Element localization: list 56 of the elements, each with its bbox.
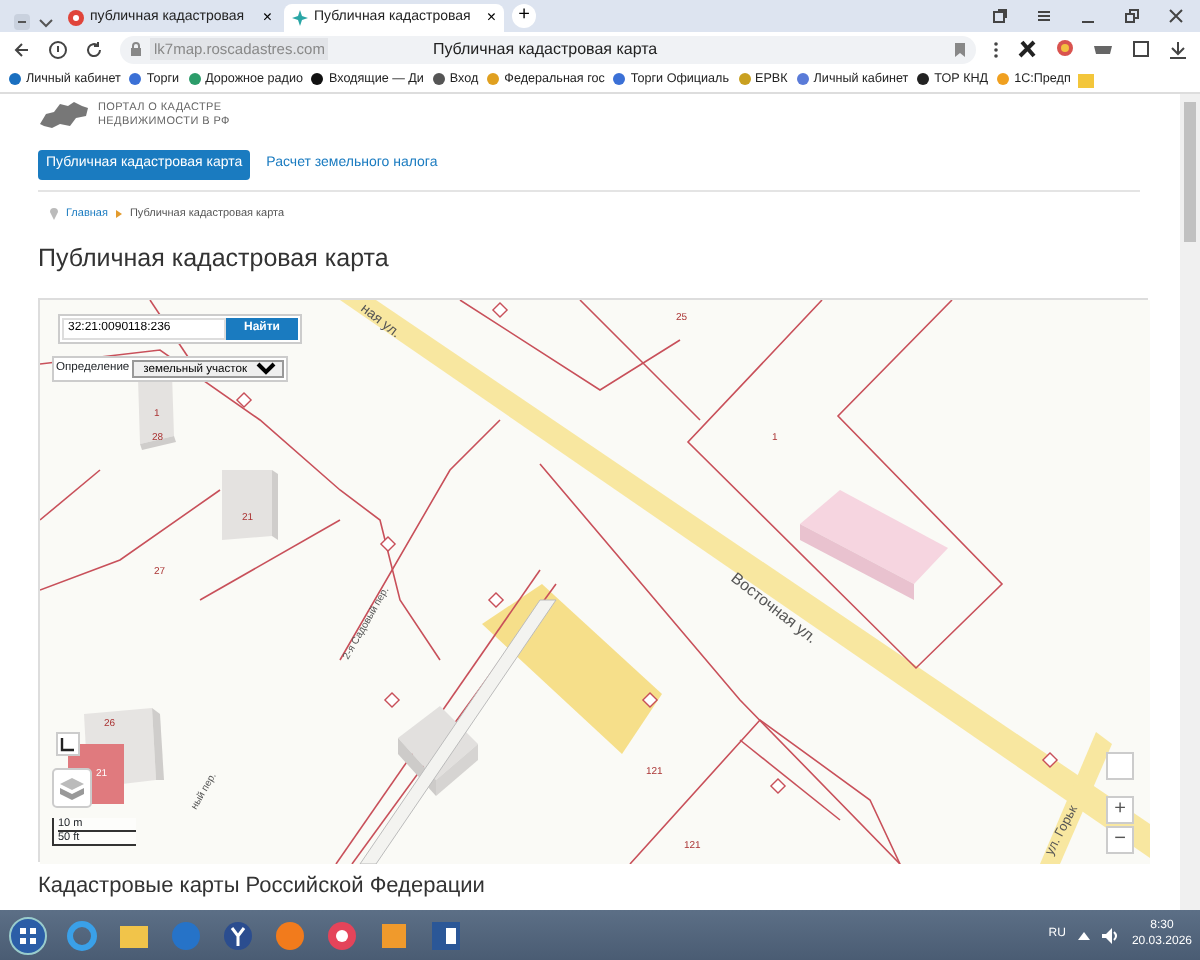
zoom-in-button[interactable]: + [1106, 795, 1134, 824]
site-icon [187, 72, 202, 86]
bookmark-icon[interactable] [954, 41, 966, 57]
russia-map-logo-icon [38, 100, 90, 132]
scrollbar-thumb[interactable] [1184, 102, 1196, 242]
more-icon[interactable] [992, 39, 1000, 59]
layers-button[interactable] [56, 731, 80, 756]
site-icon [916, 72, 931, 86]
boundary-marker [641, 691, 659, 708]
close-tab-button[interactable]: × [262, 10, 272, 26]
circle-logo-icon [68, 10, 84, 26]
shield-icon[interactable] [48, 39, 68, 59]
reload-icon[interactable] [84, 39, 104, 59]
boundary-marker [379, 535, 397, 552]
extension-icon[interactable] [1016, 38, 1038, 60]
boundary-marker [235, 391, 253, 408]
zoom-out-button[interactable]: − [1106, 825, 1134, 854]
tab-menu-icon[interactable] [12, 12, 32, 32]
site-icon [431, 72, 446, 86]
back-arrow-icon[interactable] [12, 39, 32, 59]
lock-icon [130, 42, 142, 56]
building [222, 469, 278, 540]
site-icon [996, 72, 1011, 86]
close-icon[interactable] [1168, 8, 1184, 24]
site-icon [612, 72, 627, 86]
start-button[interactable] [8, 915, 48, 955]
new-tab-button[interactable]: + [512, 4, 536, 28]
location-pin-icon [50, 207, 58, 220]
boundary-marker [1041, 751, 1059, 768]
site-icon [737, 72, 752, 86]
speaker-icon[interactable] [1101, 927, 1120, 943]
chevron-icon [115, 209, 122, 218]
restore-icon[interactable] [1124, 8, 1140, 24]
up-arrow-icon[interactable] [1077, 929, 1090, 941]
site-icon [128, 72, 143, 86]
download-icon[interactable] [1168, 39, 1188, 59]
close-tab-button[interactable]: × [486, 10, 496, 26]
page-heading: Публичная кадастровая карта [38, 243, 391, 274]
app-icon[interactable] [220, 917, 256, 953]
page-title-text: Публичная кадастровая карта [432, 37, 658, 61]
site-icon [310, 72, 325, 86]
tabs-icon[interactable] [992, 8, 1008, 24]
boundary-marker [383, 691, 401, 708]
boundary-marker [487, 591, 505, 608]
boundary-marker [769, 777, 787, 794]
site-icon [486, 72, 501, 86]
app-icon[interactable] [324, 917, 360, 953]
app-icon[interactable] [428, 917, 464, 953]
site-icon [8, 72, 22, 86]
section-heading: Кадастровые карты Российской Федерации [38, 873, 487, 900]
menu-icon[interactable] [1036, 8, 1052, 24]
site-icon [795, 72, 810, 86]
compass-icon [292, 10, 308, 26]
extension-icon[interactable] [1130, 38, 1152, 60]
scrollbar[interactable] [1180, 94, 1200, 910]
basemap-button[interactable] [52, 767, 92, 808]
